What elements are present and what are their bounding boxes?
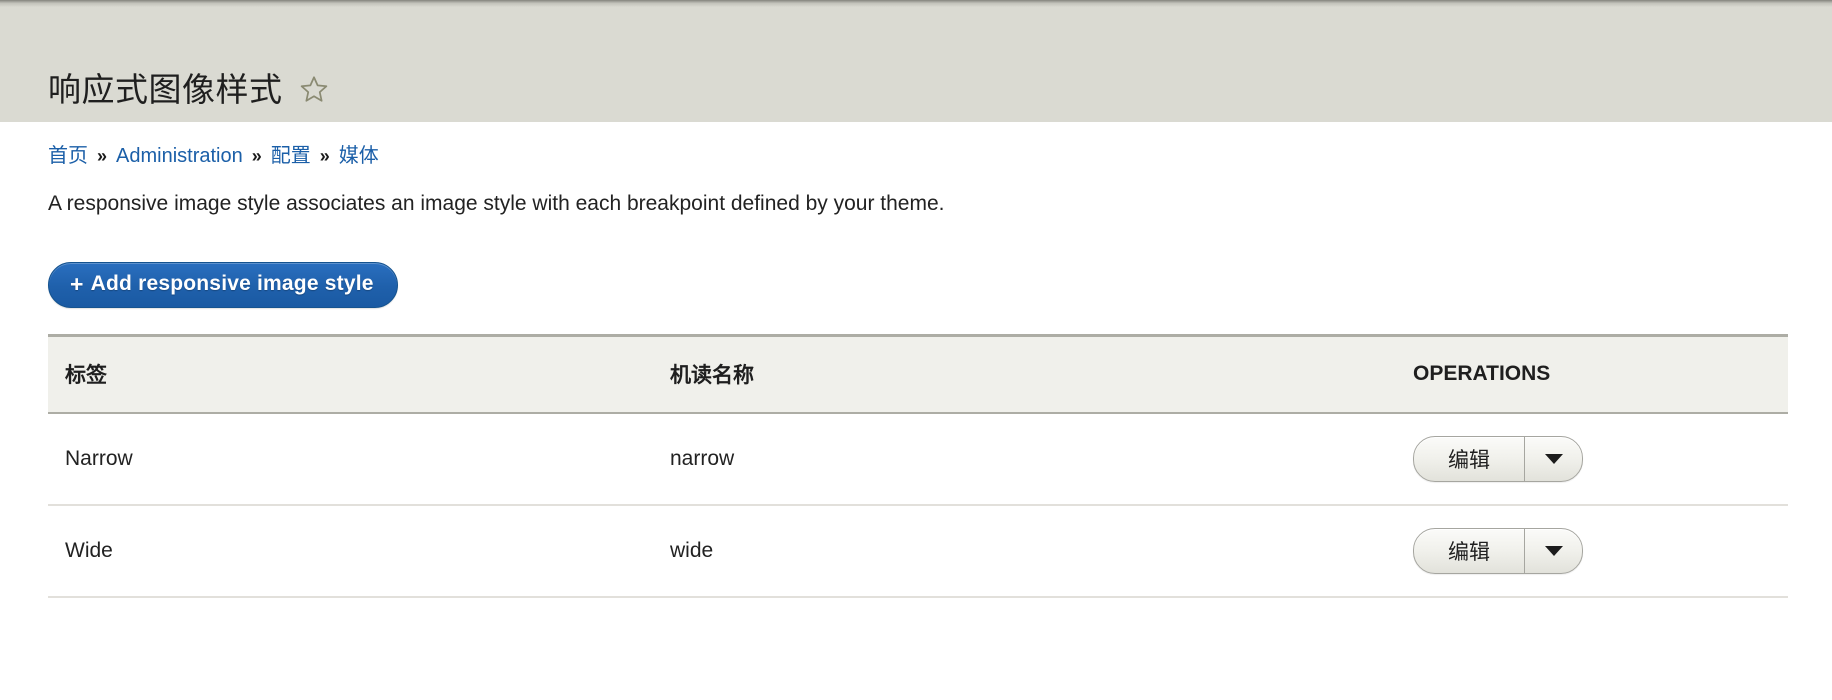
cell-operations: 编辑 <box>1413 413 1788 507</box>
edit-button-wide[interactable]: 编辑 <box>1414 529 1524 573</box>
dropbutton-toggle-narrow[interactable] <box>1524 437 1582 482</box>
table-header-row: 标签 机读名称 OPERATIONS <box>48 334 1788 415</box>
breadcrumb-item-administration[interactable]: Administration <box>116 144 243 168</box>
responsive-image-styles-table: 标签 机读名称 OPERATIONS Narrow narrow 编辑 Wide… <box>48 334 1788 599</box>
table-body: Narrow narrow 编辑 Wide wide 编辑 <box>48 413 1788 599</box>
edit-button-narrow[interactable]: 编辑 <box>1414 437 1524 481</box>
column-header-machine-name: 机读名称 <box>653 334 1413 415</box>
table-row: Narrow narrow 编辑 <box>48 413 1788 507</box>
page-title: 响应式图像样式 <box>48 71 283 108</box>
operations-wrapper: 编辑 <box>1413 528 1788 575</box>
cell-machine-name: wide <box>653 505 1413 599</box>
operations-wrapper: 编辑 <box>1413 436 1788 483</box>
dropbutton-wide: 编辑 <box>1413 528 1583 575</box>
cell-label: Narrow <box>48 413 653 507</box>
page-title-row: 响应式图像样式 <box>48 73 329 106</box>
breadcrumb-item-home[interactable]: 首页 <box>48 144 88 168</box>
breadcrumb-separator: » <box>319 146 330 166</box>
add-button-label: Add responsive image style <box>90 272 374 296</box>
cell-machine-name: narrow <box>653 413 1413 507</box>
breadcrumb-item-media[interactable]: 媒体 <box>339 144 379 168</box>
cell-operations: 编辑 <box>1413 505 1788 599</box>
add-responsive-image-style-button[interactable]: + Add responsive image style <box>48 262 398 309</box>
dropbutton-toggle-wide[interactable] <box>1524 529 1582 574</box>
page-header-band: 响应式图像样式 <box>0 0 1832 122</box>
dropbutton-narrow: 编辑 <box>1413 436 1583 483</box>
page-description: A responsive image style associates an i… <box>48 192 945 215</box>
column-header-label: 标签 <box>48 334 653 415</box>
plus-icon: + <box>70 270 84 297</box>
star-outline-icon[interactable] <box>299 74 329 104</box>
breadcrumb-item-configuration[interactable]: 配置 <box>271 144 311 168</box>
column-header-operations: OPERATIONS <box>1413 334 1788 415</box>
chevron-down-icon <box>1544 546 1563 557</box>
breadcrumb: 首页 » Administration » 配置 » 媒体 <box>48 144 1784 168</box>
table-header: 标签 机读名称 OPERATIONS <box>48 334 1788 415</box>
table-row: Wide wide 编辑 <box>48 505 1788 599</box>
breadcrumb-separator: » <box>251 146 262 166</box>
chevron-down-icon <box>1544 454 1563 465</box>
main-content: 首页 » Administration » 配置 » 媒体 A responsi… <box>0 144 1832 599</box>
cell-label: Wide <box>48 505 653 599</box>
breadcrumb-separator: » <box>97 146 108 166</box>
